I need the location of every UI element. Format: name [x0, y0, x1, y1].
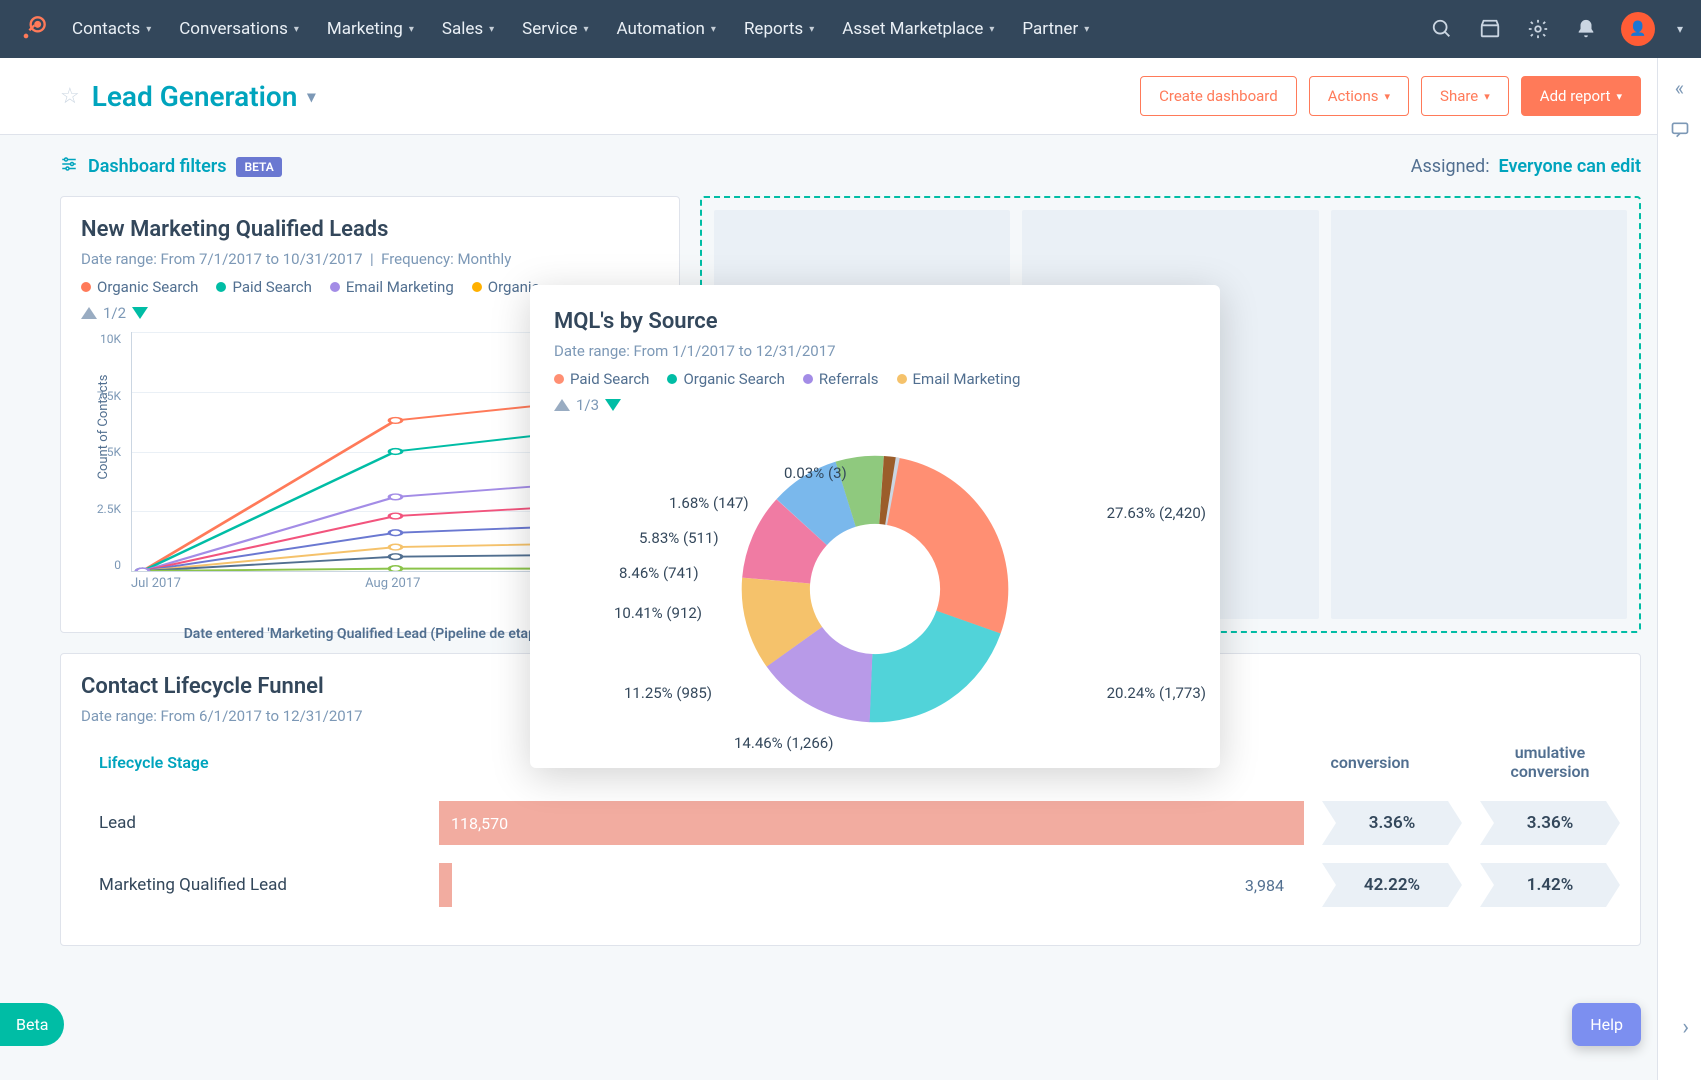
page-title-dropdown[interactable]: Lead Generation ▾ — [92, 80, 316, 113]
legend-item[interactable]: Organic Search — [667, 370, 784, 388]
right-rail: « — [1657, 58, 1701, 1080]
search-icon[interactable] — [1429, 16, 1455, 42]
assigned-link[interactable]: Everyone can edit — [1499, 156, 1641, 177]
nav-automation[interactable]: Automation▾ — [617, 19, 716, 39]
pager-prev-icon[interactable] — [81, 307, 97, 319]
help-button[interactable]: Help — [1572, 1003, 1641, 1046]
cumulative-value: 1.42% — [1480, 863, 1620, 907]
nav-right: 👤 ▾ — [1429, 12, 1683, 46]
pager-next-icon[interactable] — [132, 307, 148, 319]
legend-item[interactable]: Email Marketing — [897, 370, 1021, 388]
actions-button[interactable]: Actions▾ — [1309, 76, 1409, 116]
page-title: Lead Generation — [92, 80, 298, 113]
subheader: ☆ Lead Generation ▾ Create dashboard Act… — [0, 58, 1701, 135]
add-report-button[interactable]: Add report▾ — [1521, 76, 1641, 116]
funnel-row: Lead 118,570 3.36% 3.36% — [81, 801, 1620, 845]
share-button[interactable]: Share▾ — [1421, 76, 1509, 116]
card-subtitle: Date range: From 7/1/2017 to 10/31/2017 … — [81, 250, 659, 268]
hubspot-logo[interactable] — [18, 14, 48, 44]
legend-item[interactable]: Organic Search — [81, 278, 198, 296]
donut-chart: 27.63% (2,420) 20.24% (1,773) 14.46% (1,… — [554, 434, 1196, 744]
create-dashboard-button[interactable]: Create dashboard — [1140, 76, 1297, 116]
nav-service[interactable]: Service▾ — [522, 19, 588, 39]
favorite-star-icon[interactable]: ☆ — [60, 84, 80, 109]
cumulative-value: 3.36% — [1480, 801, 1620, 845]
legend-pager: 1/3 — [554, 396, 1196, 414]
beta-badge: BETA — [236, 157, 281, 177]
dropzone-slot — [1331, 210, 1627, 619]
comments-icon[interactable] — [1670, 120, 1690, 145]
funnel-col-cumulative: umulativeconversion — [1480, 743, 1620, 781]
nav-marketing[interactable]: Marketing▾ — [327, 19, 414, 39]
funnel-col-conversion: conversion — [1300, 753, 1440, 772]
pager-next-icon[interactable] — [605, 399, 621, 411]
legend-item[interactable]: Paid Search — [216, 278, 311, 296]
nav-items: Contacts▾ Conversations▾ Marketing▾ Sale… — [72, 19, 1429, 39]
account-caret-icon[interactable]: ▾ — [1677, 22, 1683, 36]
nav-conversations[interactable]: Conversations▾ — [179, 19, 299, 39]
nav-sales[interactable]: Sales▾ — [442, 19, 494, 39]
legend-item[interactable]: Referrals — [803, 370, 879, 388]
top-nav: Contacts▾ Conversations▾ Marketing▾ Sale… — [0, 0, 1701, 58]
chevron-down-icon: ▾ — [307, 87, 315, 106]
nav-contacts[interactable]: Contacts▾ — [72, 19, 151, 39]
funnel-stage-header: Lifecycle Stage — [81, 753, 421, 772]
assigned-row: Assigned: Everyone can edit — [1411, 156, 1641, 177]
avatar[interactable]: 👤 — [1621, 12, 1655, 46]
gear-icon[interactable] — [1525, 16, 1551, 42]
legend: Paid Search Organic Search Referrals Ema… — [554, 370, 1196, 388]
collapse-rail-icon[interactable]: « — [1675, 76, 1684, 100]
expand-rail-icon[interactable]: › — [1682, 1015, 1689, 1040]
card-title: New Marketing Qualified Leads — [81, 217, 659, 242]
legend-item[interactable]: Email Marketing — [330, 278, 454, 296]
funnel-row: Marketing Qualified Lead 3,984 42.22% 1.… — [81, 863, 1620, 907]
nav-asset-marketplace[interactable]: Asset Marketplace▾ — [842, 19, 994, 39]
legend-item[interactable]: Paid Search — [554, 370, 649, 388]
beta-tab[interactable]: Beta — [0, 1003, 64, 1046]
nav-partner[interactable]: Partner▾ — [1022, 19, 1089, 39]
pager-prev-icon[interactable] — [554, 399, 570, 411]
marketplace-icon[interactable] — [1477, 16, 1503, 42]
nav-reports[interactable]: Reports▾ — [744, 19, 814, 39]
card-mql-by-source[interactable]: MQL's by Source Date range: From 1/1/201… — [530, 285, 1220, 768]
dashboard-filters-toggle[interactable]: Dashboard filters BETA — [60, 155, 282, 178]
conversion-value: 42.22% — [1322, 863, 1462, 907]
filter-icon — [60, 155, 78, 178]
conversion-value: 3.36% — [1322, 801, 1462, 845]
bell-icon[interactable] — [1573, 16, 1599, 42]
